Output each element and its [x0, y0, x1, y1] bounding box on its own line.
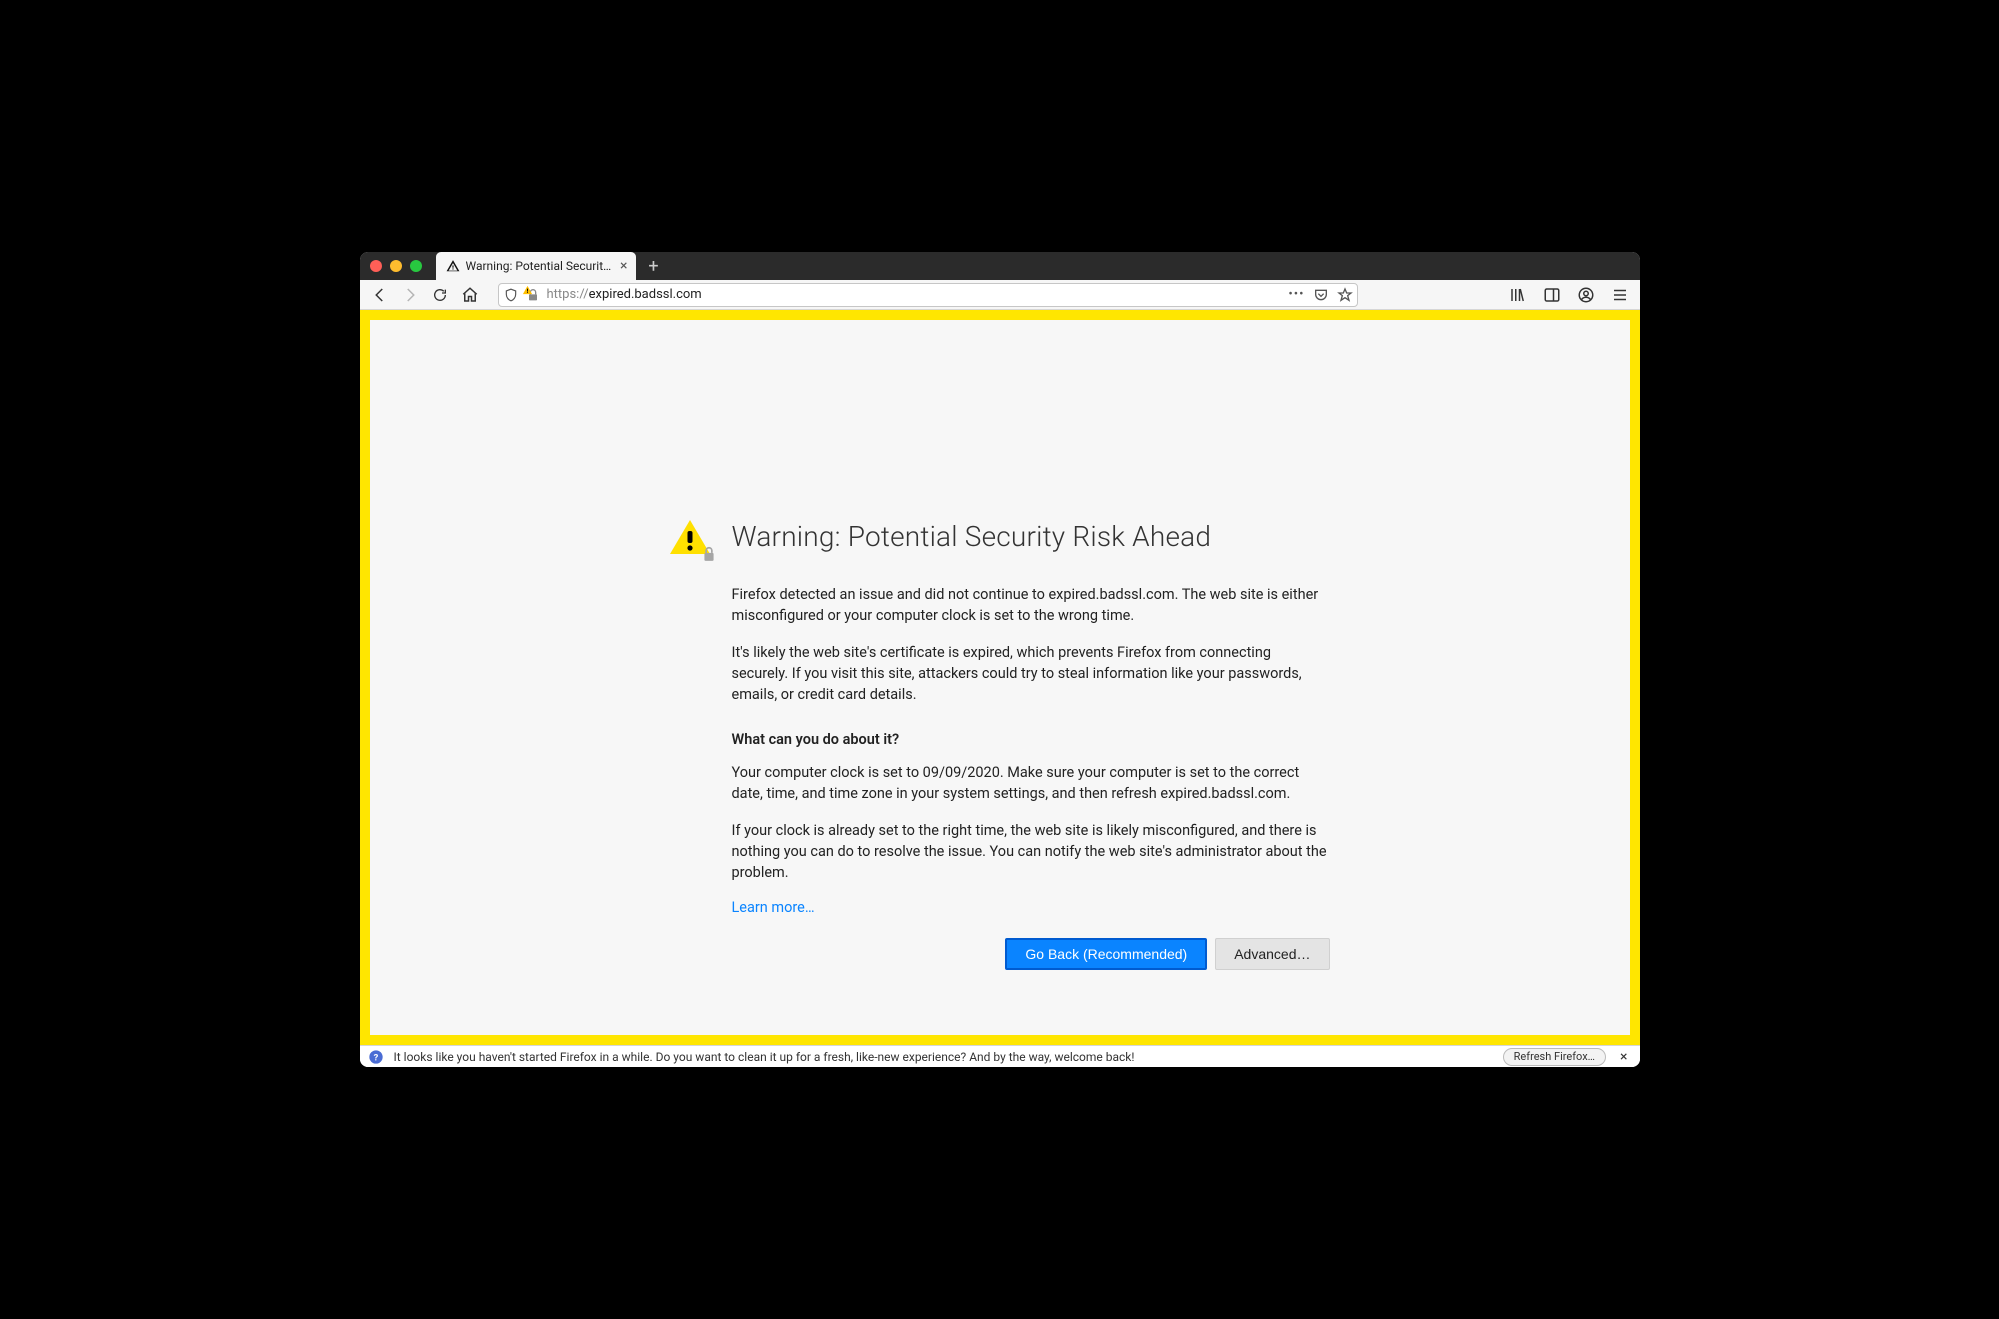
error-buttons: Go Back (Recommended) Advanced…: [732, 938, 1330, 970]
shield-icon[interactable]: [503, 287, 519, 303]
nav-buttons: [370, 285, 480, 305]
error-title: Warning: Potential Security Risk Ahead: [732, 520, 1212, 553]
advanced-button[interactable]: Advanced…: [1215, 938, 1329, 970]
tab-title: Warning: Potential Security Risk: [466, 259, 615, 273]
home-button[interactable]: [460, 285, 480, 305]
error-body: Firefox detected an issue and did not co…: [670, 584, 1330, 970]
info-bar: ? It looks like you haven't started Fire…: [360, 1045, 1640, 1067]
svg-text:?: ?: [373, 1052, 378, 1063]
warning-triangle-icon: [670, 520, 710, 556]
pocket-icon[interactable]: [1313, 287, 1329, 303]
error-box: Warning: Potential Security Risk Ahead F…: [670, 520, 1330, 1035]
what-heading: What can you do about it?: [732, 729, 1330, 750]
url-text: https://expired.badssl.com: [547, 287, 1283, 302]
error-paragraph-1: Firefox detected an issue and did not co…: [732, 584, 1330, 626]
info-icon: ?: [368, 1049, 384, 1065]
sidebar-icon[interactable]: [1542, 285, 1562, 305]
tab-close-button[interactable]: ×: [620, 259, 627, 273]
library-icon[interactable]: [1508, 285, 1528, 305]
toolbar-right-icons: [1508, 285, 1630, 305]
warning-icon: [446, 259, 460, 273]
tab-bar: Warning: Potential Security Risk × +: [360, 252, 1640, 280]
toolbar: https://expired.badssl.com •••: [360, 280, 1640, 310]
error-paragraph-3: Your computer clock is set to 09/09/2020…: [732, 762, 1330, 804]
error-paragraph-4: If your clock is already set to the righ…: [732, 820, 1330, 883]
go-back-button[interactable]: Go Back (Recommended): [1005, 938, 1207, 970]
url-bar[interactable]: https://expired.badssl.com •••: [498, 283, 1358, 307]
url-host: expired.badssl.com: [589, 287, 702, 302]
forward-button[interactable]: [400, 285, 420, 305]
lock-warning-icon[interactable]: [525, 287, 541, 303]
new-tab-button[interactable]: +: [640, 252, 668, 280]
account-icon[interactable]: [1576, 285, 1596, 305]
url-scheme: https://: [547, 287, 589, 302]
page-actions-button[interactable]: •••: [1288, 287, 1304, 302]
info-message: It looks like you haven't started Firefo…: [394, 1050, 1493, 1064]
url-actions: •••: [1288, 287, 1352, 303]
learn-more-link[interactable]: Learn more…: [732, 899, 815, 916]
window-close-button[interactable]: [370, 260, 382, 272]
reload-button[interactable]: [430, 285, 450, 305]
info-close-button[interactable]: ×: [1616, 1049, 1631, 1065]
window-zoom-button[interactable]: [410, 260, 422, 272]
error-header: Warning: Potential Security Risk Ahead: [670, 520, 1330, 556]
browser-window: Warning: Potential Security Risk × +: [360, 252, 1640, 1067]
error-page: Warning: Potential Security Risk Ahead F…: [370, 320, 1630, 1035]
lock-icon: [702, 546, 716, 562]
error-paragraph-2: It's likely the web site's certificate i…: [732, 642, 1330, 705]
content-frame: Warning: Potential Security Risk Ahead F…: [360, 310, 1640, 1045]
browser-tab[interactable]: Warning: Potential Security Risk ×: [436, 252, 636, 280]
window-controls: [370, 260, 422, 272]
back-button[interactable]: [370, 285, 390, 305]
menu-icon[interactable]: [1610, 285, 1630, 305]
bookmark-star-icon[interactable]: [1337, 287, 1353, 303]
refresh-firefox-button[interactable]: Refresh Firefox…: [1503, 1048, 1606, 1066]
window-minimize-button[interactable]: [390, 260, 402, 272]
